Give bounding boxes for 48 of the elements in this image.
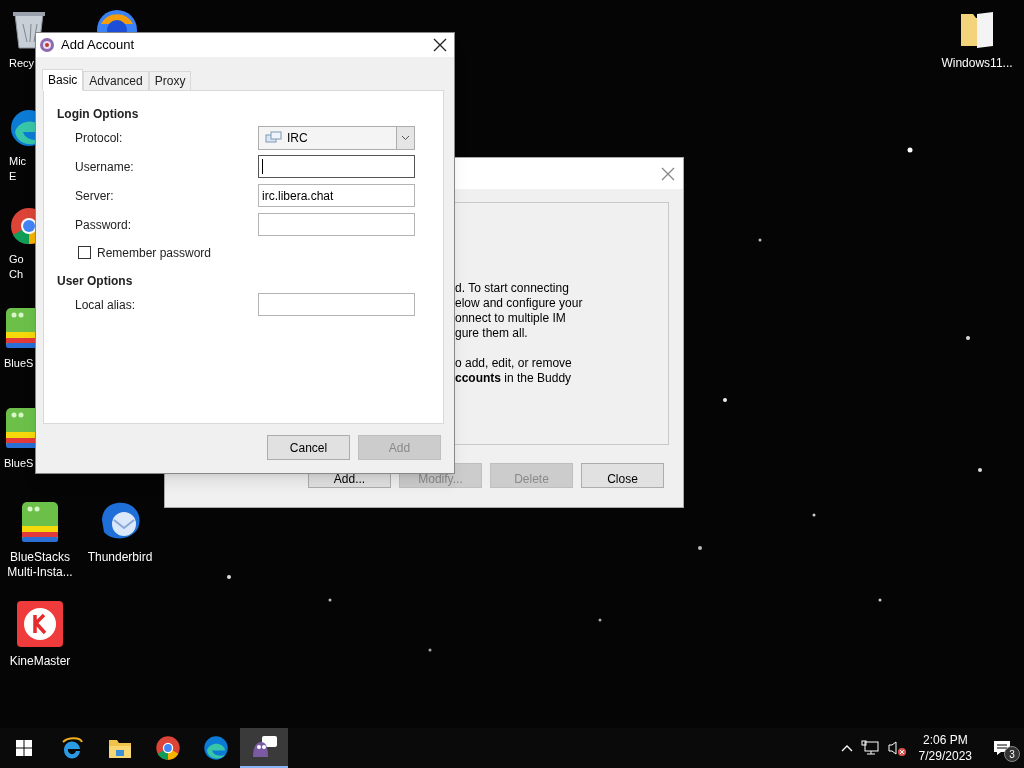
icon-label[interactable]: Go <box>9 252 24 267</box>
section-heading: Login Options <box>57 106 140 123</box>
pidgin-icon[interactable] <box>240 728 288 768</box>
field-label: Password: <box>74 216 133 234</box>
close-icon[interactable] <box>433 38 447 52</box>
dropdown-value: IRC <box>287 129 309 147</box>
kinemaster-icon[interactable] <box>16 600 64 648</box>
notifications-button[interactable]: 3 <box>980 728 1024 768</box>
field-label: Username: <box>74 158 135 176</box>
window-title: Add Account <box>61 36 135 55</box>
icon-label[interactable]: E <box>9 169 17 184</box>
notification-badge: 3 <box>1004 746 1020 762</box>
tab[interactable]: Proxy <box>148 71 192 91</box>
text-line: ccounts in the Buddy <box>455 371 573 386</box>
icon-label[interactable]: Multi-Insta... <box>7 565 73 580</box>
bluestacks-icon[interactable] <box>20 500 60 544</box>
icon-label[interactable]: Mic <box>9 154 27 169</box>
text-line: onnect to multiple IM <box>455 311 567 326</box>
icon-label[interactable]: Windows11... <box>941 56 1013 71</box>
protocol-dropdown[interactable]: IRC <box>258 125 415 150</box>
text-line: d. To start connecting <box>455 281 570 296</box>
clock[interactable]: 2:06 PM 7/29/2023 <box>918 732 972 764</box>
tab[interactable]: Basic <box>42 69 84 91</box>
section-heading: User Options <box>57 273 134 290</box>
input-field[interactable]: irc.libera.chat <box>258 184 415 207</box>
button[interactable]: Cancel <box>267 435 350 460</box>
icon-label[interactable]: BlueStacks <box>10 550 70 565</box>
input-field[interactable] <box>258 293 415 316</box>
icon-label[interactable]: BlueS <box>4 356 34 371</box>
text-line: o add, edit, or remove <box>455 356 573 371</box>
icon-label[interactable]: BlueS <box>4 456 34 471</box>
input-field[interactable] <box>258 155 415 178</box>
text-line: elow and configure your <box>455 296 584 311</box>
checkbox-label: Remember password <box>97 244 212 262</box>
app-icon <box>39 37 55 53</box>
text-line: gure them all. <box>455 326 529 341</box>
icon-label[interactable]: Thunderbird <box>87 550 153 565</box>
checkbox[interactable] <box>78 246 91 259</box>
icon-label[interactable]: KineMaster <box>9 654 71 669</box>
field-label: Server: <box>74 187 115 205</box>
tab[interactable]: Advanced <box>83 71 149 91</box>
icon-label[interactable]: Ch <box>9 267 24 282</box>
icon-label[interactable]: Recy <box>9 56 35 71</box>
field-label: Protocol: <box>74 129 124 147</box>
chat-icon <box>265 130 283 145</box>
field-label: Local alias: <box>74 296 137 314</box>
input-field[interactable] <box>258 213 415 236</box>
button[interactable]: Close <box>581 463 664 488</box>
